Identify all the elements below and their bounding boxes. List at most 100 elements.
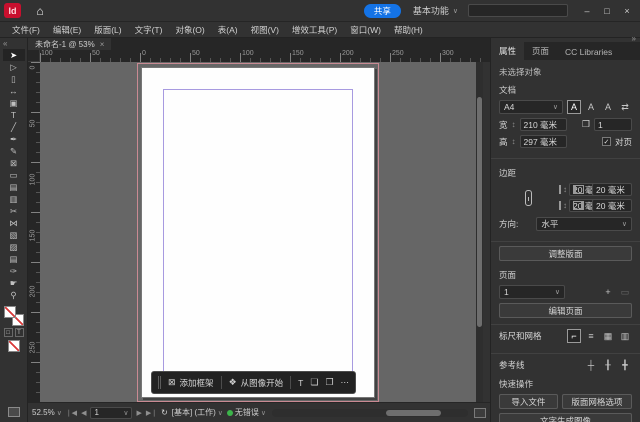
margin-outside-stepper-icon[interactable]: ↕ bbox=[586, 201, 590, 210]
search-input[interactable] bbox=[468, 4, 568, 17]
document-tab[interactable]: 未命名-1 @ 53% × bbox=[28, 38, 112, 50]
menu-file[interactable]: 文件(F) bbox=[6, 24, 46, 36]
horizontal-grid-tool[interactable]: ▤ bbox=[3, 181, 25, 193]
last-page-icon[interactable]: ▶❘ bbox=[146, 409, 157, 417]
vertical-scrollbar[interactable] bbox=[476, 62, 483, 402]
show-guides-icon[interactable]: ┼ bbox=[584, 358, 598, 372]
task-bar-drag-handle[interactable] bbox=[158, 376, 161, 389]
zoom-tool[interactable]: ⚲ bbox=[3, 289, 25, 301]
height-stepper-icon[interactable]: ↕ bbox=[512, 137, 516, 146]
tab-close-icon[interactable]: × bbox=[100, 40, 105, 49]
pencil-tool[interactable]: ✎ bbox=[3, 145, 25, 157]
frame-tool[interactable]: ⊠ bbox=[3, 157, 25, 169]
page-tool[interactable]: ▯ bbox=[3, 73, 25, 85]
menu-type[interactable]: 文字(T) bbox=[129, 24, 169, 36]
scissors-tool[interactable]: ✂ bbox=[3, 205, 25, 217]
link-margins-icon[interactable] bbox=[524, 189, 532, 206]
share-button[interactable]: 共享 bbox=[363, 3, 401, 18]
horizontal-scrollbar-thumb[interactable] bbox=[385, 409, 441, 416]
direction-select[interactable]: 水平 ∨ bbox=[536, 217, 632, 231]
menu-help[interactable]: 帮助(H) bbox=[388, 24, 429, 36]
line-tool[interactable]: ╱ bbox=[3, 121, 25, 133]
close-icon[interactable]: × bbox=[618, 3, 636, 19]
content-collector-tool[interactable]: ▣ bbox=[3, 97, 25, 109]
margin-bottom-stepper-icon[interactable]: ↕ bbox=[563, 201, 567, 210]
margin-inside-field[interactable]: 20 毫米 bbox=[592, 183, 632, 196]
menu-plugins[interactable]: 增效工具(P) bbox=[286, 24, 343, 36]
tab-properties[interactable]: 属性 bbox=[491, 42, 525, 60]
orientation-landscape-icon[interactable]: A bbox=[584, 100, 598, 114]
type-tool[interactable]: T bbox=[3, 109, 25, 121]
gradient-feather-tool[interactable]: ▨ bbox=[3, 241, 25, 253]
pages-count-field[interactable]: 1 bbox=[594, 118, 632, 131]
text-to-image-button[interactable]: 文字生成图像 bbox=[499, 413, 632, 422]
menu-layout[interactable]: 版面(L) bbox=[88, 24, 127, 36]
apply-none-swatch[interactable] bbox=[7, 340, 20, 352]
show-rulers-icon[interactable]: ⌐ bbox=[567, 329, 581, 343]
home-icon[interactable]: ⌂ bbox=[31, 3, 49, 19]
menu-window[interactable]: 窗口(W) bbox=[344, 24, 387, 36]
gradient-swatch-tool[interactable]: ▧ bbox=[3, 229, 25, 241]
next-page-icon[interactable]: ▶ bbox=[136, 409, 141, 417]
import-file-task-button[interactable]: ❐ bbox=[325, 377, 333, 388]
hand-tool[interactable]: ☛ bbox=[3, 277, 25, 289]
screen-mode-icon[interactable] bbox=[7, 407, 20, 417]
margin-top-stepper-icon[interactable]: ↕ bbox=[563, 185, 567, 194]
preflight-status[interactable]: 无错误 ∨ bbox=[226, 407, 266, 418]
pen-tool[interactable]: ✒ bbox=[3, 133, 25, 145]
free-transform-tool[interactable]: ⋈ bbox=[3, 217, 25, 229]
menu-object[interactable]: 对象(O) bbox=[169, 24, 210, 36]
page-thumbnails-icon[interactable] bbox=[474, 407, 486, 418]
smart-guides-icon[interactable]: ╂ bbox=[601, 358, 615, 372]
collapse-toolbar-icon[interactable]: « bbox=[0, 38, 10, 49]
first-page-icon[interactable]: ❘◀ bbox=[66, 409, 77, 417]
collapse-panel-icon[interactable]: » bbox=[632, 34, 636, 43]
margin-inside-stepper-icon[interactable]: ↕ bbox=[586, 185, 590, 194]
facing-pages-checkbox[interactable]: ✓ bbox=[601, 137, 611, 146]
fill-swatch[interactable] bbox=[3, 306, 16, 318]
horizontal-scrollbar[interactable] bbox=[272, 408, 468, 417]
text-direction-horizontal-icon[interactable]: A bbox=[601, 100, 615, 114]
vertical-scrollbar-thumb[interactable] bbox=[477, 97, 482, 327]
document-grid-icon[interactable]: ▦ bbox=[601, 329, 615, 343]
page-size-select[interactable]: A4 ∨ bbox=[499, 100, 563, 114]
tab-cc-libraries[interactable]: CC Libraries bbox=[557, 44, 620, 60]
lock-guides-icon[interactable]: ╋ bbox=[618, 358, 632, 372]
layout-grid-options-button[interactable]: 版面网格选项 bbox=[561, 394, 632, 409]
formatting-affects-container-icon[interactable]: □ bbox=[3, 328, 13, 337]
baseline-grid-icon[interactable]: ≡ bbox=[584, 329, 598, 343]
horizontal-ruler[interactable]: 100 50 0 50 100 150 200 250 300 bbox=[40, 50, 490, 62]
workspace-switcher[interactable]: 基本功能 ∨ bbox=[413, 4, 458, 17]
delete-page-icon[interactable]: ▭ bbox=[618, 285, 632, 299]
selection-tool[interactable]: ➤ bbox=[2, 49, 25, 61]
maximize-icon[interactable]: □ bbox=[598, 3, 616, 19]
new-page-button[interactable]: ❏ bbox=[310, 377, 318, 388]
margin-outside-field[interactable]: 20 毫米 bbox=[592, 199, 632, 212]
start-from-image-button[interactable]: ❖ 从图像开始 bbox=[229, 377, 284, 389]
vertical-ruler[interactable]: 0 50 100 150 200 250 bbox=[28, 62, 40, 402]
adjust-layout-button[interactable]: 调整版面 bbox=[499, 246, 632, 261]
canvas-pasteboard[interactable]: ⊠ 添加框架 ❖ 从图像开始 T ❏ ❐ ⋯ bbox=[40, 62, 483, 402]
add-text-button[interactable]: T bbox=[298, 378, 303, 388]
text-direction-vertical-icon[interactable]: ⇄ bbox=[618, 100, 632, 114]
master-page-select[interactable]: [基本] (工作) ∨ bbox=[172, 407, 223, 418]
zoom-level-select[interactable]: 52.5% ∨ bbox=[32, 408, 62, 417]
ruler-origin-corner[interactable] bbox=[28, 50, 40, 62]
add-page-icon[interactable]: + bbox=[601, 285, 615, 299]
formatting-affects-text-icon[interactable]: T bbox=[14, 328, 24, 337]
vertical-grid-tool[interactable]: ▥ bbox=[3, 193, 25, 205]
width-field[interactable]: 210 毫米 bbox=[519, 118, 567, 131]
more-options-button[interactable]: ⋯ bbox=[341, 377, 350, 388]
menu-table[interactable]: 表(A) bbox=[212, 24, 244, 36]
import-file-button[interactable]: 导入文件 bbox=[499, 394, 558, 409]
current-page-select[interactable]: 1 ∨ bbox=[499, 285, 565, 299]
edit-pages-button[interactable]: 编辑页面 bbox=[499, 303, 632, 318]
add-frame-button[interactable]: ⊠ 添加框架 bbox=[168, 377, 214, 389]
refresh-icon[interactable]: ↻ bbox=[161, 408, 168, 417]
menu-view[interactable]: 视图(V) bbox=[245, 24, 285, 36]
height-field[interactable]: 297 毫米 bbox=[519, 135, 567, 148]
page-number-field[interactable]: 1 ∨ bbox=[90, 406, 133, 419]
width-stepper-icon[interactable]: ↕ bbox=[512, 120, 516, 129]
rectangle-tool[interactable]: ▭ bbox=[3, 169, 25, 181]
frame-grid-icon[interactable]: ▥ bbox=[618, 329, 632, 343]
